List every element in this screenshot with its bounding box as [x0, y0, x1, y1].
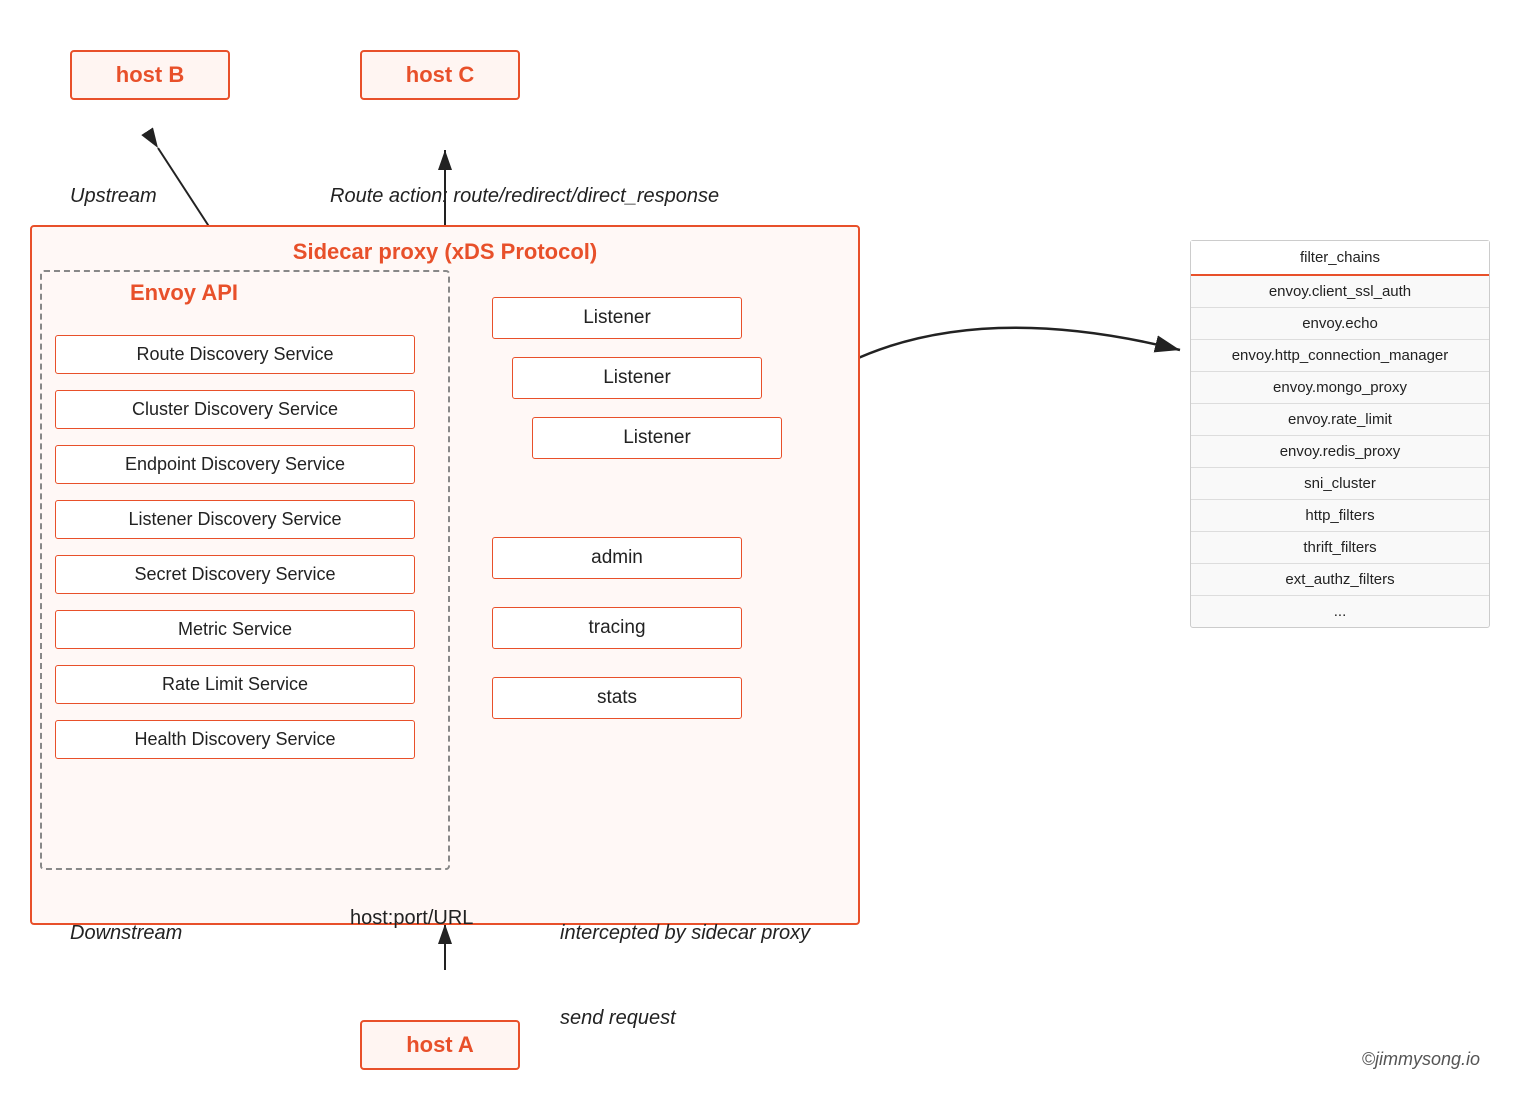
service-endpoint-discovery: Endpoint Discovery Service — [55, 445, 415, 484]
filter-item-1: envoy.echo — [1191, 308, 1489, 340]
filter-item-0: envoy.client_ssl_auth — [1191, 276, 1489, 308]
host-a-label: host A — [406, 1032, 474, 1057]
filter-chains-header: filter_chains — [1191, 241, 1489, 276]
filter-item-4: envoy.rate_limit — [1191, 404, 1489, 436]
host-port-label: host:port/URL — [350, 907, 473, 930]
host-a-box: host A — [360, 1020, 520, 1070]
filter-item-5: envoy.redis_proxy — [1191, 436, 1489, 468]
filter-item-3: envoy.mongo_proxy — [1191, 372, 1489, 404]
filter-item-6: sni_cluster — [1191, 468, 1489, 500]
downstream-label: Downstream — [70, 922, 182, 945]
host-b-label: host B — [116, 62, 184, 87]
sidecar-title: Sidecar proxy (xDS Protocol) — [32, 227, 858, 273]
filter-item-8: thrift_filters — [1191, 532, 1489, 564]
host-c-box: host C — [360, 50, 520, 100]
filter-chains-box: filter_chains envoy.client_ssl_auth envo… — [1190, 240, 1490, 628]
filter-item-10: ... — [1191, 596, 1489, 627]
host-b-box: host B — [70, 50, 230, 100]
listener-2: Listener — [512, 357, 762, 399]
listener-3: Listener — [532, 417, 782, 459]
copyright-label: ©jimmysong.io — [1362, 1049, 1480, 1070]
route-action-label: Route action: route/redirect/direct_resp… — [330, 185, 719, 208]
service-metric: Metric Service — [55, 610, 415, 649]
envoy-api-title: Envoy API — [130, 280, 238, 306]
intercepted-label: intercepted by sidecar proxy — [560, 922, 810, 945]
tracing-item: tracing — [492, 607, 742, 649]
stats-item: stats — [492, 677, 742, 719]
service-route-discovery: Route Discovery Service — [55, 335, 415, 374]
admin-item: admin — [492, 537, 742, 579]
host-c-label: host C — [406, 62, 474, 87]
filter-item-7: http_filters — [1191, 500, 1489, 532]
service-listener-discovery: Listener Discovery Service — [55, 500, 415, 539]
service-rate-limit: Rate Limit Service — [55, 665, 415, 704]
diagram-container: host B host C Upstream Route action: rou… — [0, 0, 1520, 1100]
upstream-label: Upstream — [70, 185, 157, 208]
service-cluster-discovery: Cluster Discovery Service — [55, 390, 415, 429]
service-secret-discovery: Secret Discovery Service — [55, 555, 415, 594]
filter-item-9: ext_authz_filters — [1191, 564, 1489, 596]
service-health-discovery: Health Discovery Service — [55, 720, 415, 759]
listener-1: Listener — [492, 297, 742, 339]
send-request-label: send request — [560, 1007, 676, 1030]
filter-item-2: envoy.http_connection_manager — [1191, 340, 1489, 372]
